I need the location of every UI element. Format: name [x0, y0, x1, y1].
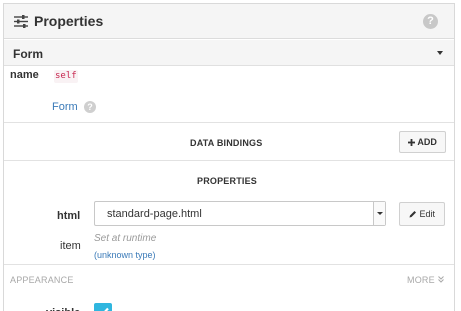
divider: [4, 264, 454, 265]
item-runtime-placeholder[interactable]: Set at runtime: [94, 233, 156, 244]
html-property-label: html: [57, 210, 81, 222]
double-chevron-down-icon: [437, 276, 444, 283]
checkmark-icon: [104, 307, 109, 311]
data-bindings-title: DATA BINDINGS: [190, 138, 263, 148]
plus-icon: [408, 138, 416, 146]
more-toggle[interactable]: MORE: [407, 275, 444, 285]
divider: [4, 160, 454, 161]
form-help-icon[interactable]: ?: [84, 101, 96, 113]
appearance-section-title: APPEARANCE: [10, 275, 74, 285]
add-binding-label: ADD: [417, 137, 437, 147]
properties-title: PROPERTIES: [197, 176, 258, 186]
edit-html-label: Edit: [419, 209, 436, 219]
html-select-value: standard-page.html: [107, 208, 202, 220]
pencil-icon: [409, 211, 416, 218]
properties-panel: Properties ? Form name self Form ? DATA …: [3, 3, 455, 311]
item-property-label: item: [60, 240, 81, 252]
html-select[interactable]: standard-page.html: [94, 201, 386, 226]
form-type-link[interactable]: Form: [52, 101, 78, 113]
component-type-dropdown[interactable]: Form: [4, 40, 454, 66]
edit-html-button[interactable]: Edit: [399, 202, 445, 226]
visible-checkbox[interactable]: [94, 303, 112, 311]
more-label: MORE: [407, 275, 435, 285]
panel-header: Properties ?: [4, 4, 454, 39]
divider: [4, 122, 454, 123]
panel-title: Properties: [34, 13, 104, 29]
component-type-label: Form: [13, 47, 43, 61]
visible-property-label: visible: [46, 307, 80, 311]
item-type-hint[interactable]: (unknown type): [94, 250, 156, 260]
caret-down-icon: [437, 51, 443, 55]
help-icon[interactable]: ?: [423, 14, 438, 29]
select-arrow-icon[interactable]: [373, 202, 385, 225]
sliders-icon: [14, 15, 28, 28]
name-label: name: [10, 69, 39, 81]
add-binding-button[interactable]: ADD: [399, 131, 446, 153]
name-value[interactable]: self: [54, 70, 78, 83]
